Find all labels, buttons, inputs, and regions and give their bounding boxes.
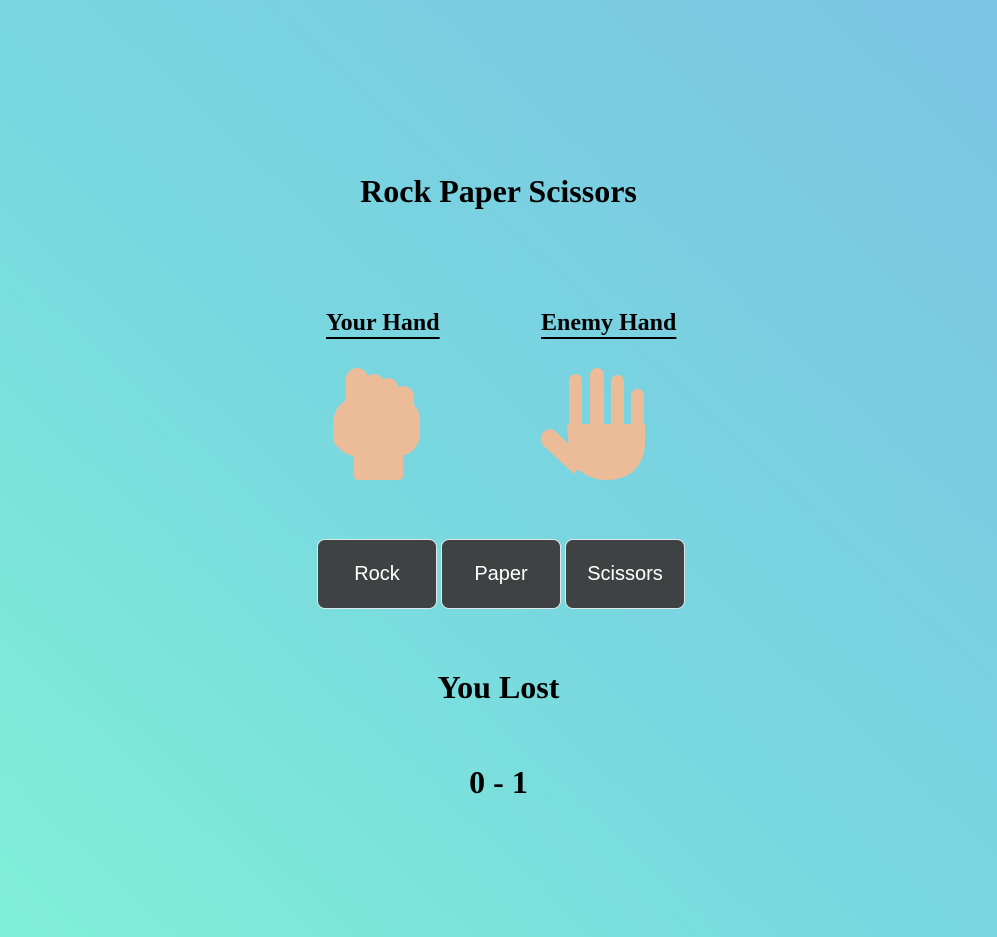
rock-button[interactable]: Rock <box>317 539 437 609</box>
raised-hand-icon <box>534 362 654 489</box>
scissors-button[interactable]: Scissors <box>565 539 685 609</box>
result-message: You Lost <box>437 669 560 705</box>
score-display: 0 - 1 <box>469 764 528 800</box>
your-hand-label: Your Hand <box>326 310 440 336</box>
paper-button[interactable]: Paper <box>441 539 561 609</box>
game-title: Rock Paper Scissors <box>360 173 637 209</box>
enemy-hand-label: Enemy Hand <box>541 310 677 336</box>
raised-fist-icon <box>322 362 432 489</box>
